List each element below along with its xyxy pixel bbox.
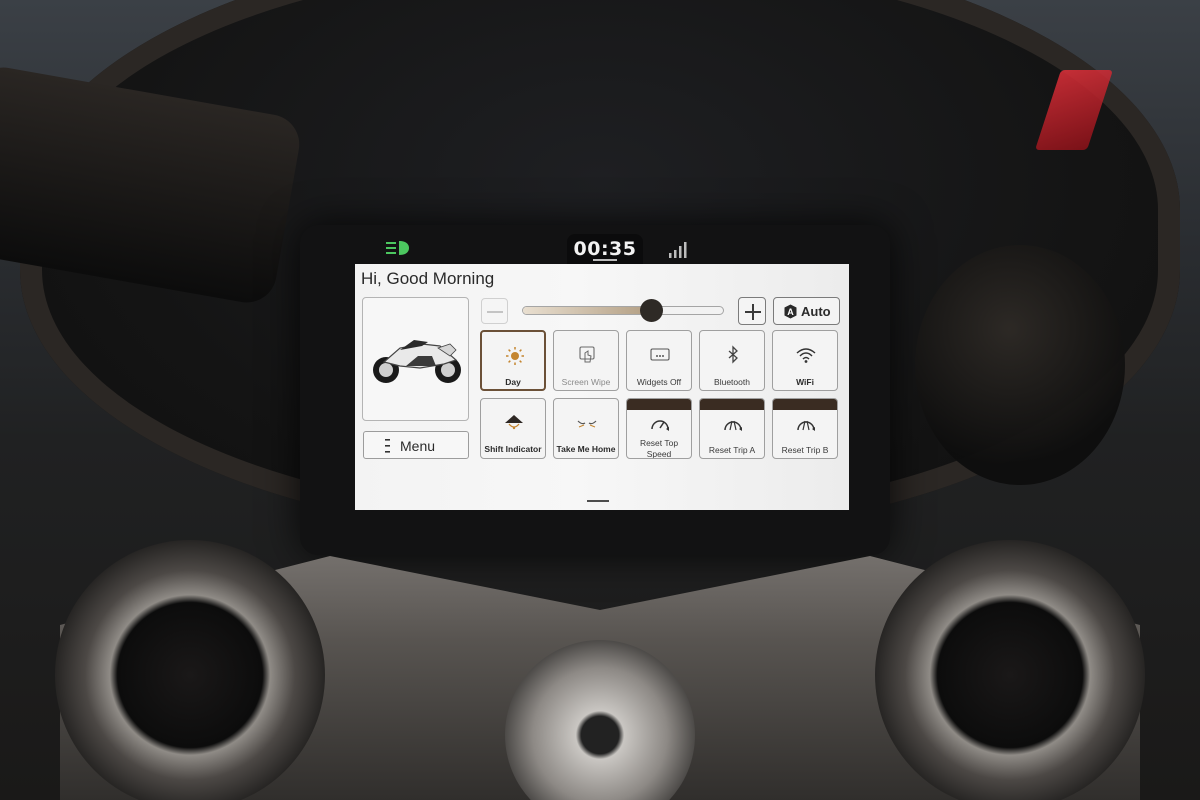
trip-reset-icon — [797, 420, 815, 431]
tile-reset-trip-b[interactable]: Reset Trip B — [772, 398, 838, 459]
greeting-title: Hi, Good Morning — [361, 269, 495, 288]
take-me-home-icon — [577, 420, 597, 428]
motorcycle-image — [373, 340, 461, 383]
brightness-decrease-button[interactable] — [481, 298, 508, 324]
trip-reset-icon — [724, 420, 742, 431]
tile-wifi[interactable]: WiFi — [772, 330, 838, 391]
tile-status-bar — [627, 399, 691, 410]
tile-reset-top-speed-label-2: Speed — [646, 449, 672, 459]
brightness-increase-button[interactable] — [738, 297, 766, 325]
status-strip: 00:35 — [355, 234, 849, 264]
tile-reset-trip-a[interactable]: Reset Trip A — [699, 398, 765, 459]
clock-time: 00:35 — [573, 238, 637, 260]
shift-indicator-icon — [505, 415, 523, 430]
tile-screen-wipe[interactable]: Screen Wipe — [553, 330, 619, 391]
left-fork-cap — [55, 540, 325, 800]
tile-take-me-home[interactable]: Take Me Home — [553, 398, 619, 459]
svg-text:A: A — [787, 307, 794, 317]
dashboard-screen: Hi, Good Morning Menu A Auto Day Screen … — [355, 264, 849, 510]
menu-label: Menu — [400, 438, 436, 454]
sun-icon — [506, 347, 524, 365]
auto-badge-icon: A — [784, 304, 797, 319]
brightness-slider-track[interactable] — [522, 306, 724, 315]
brightness-slider-fill — [523, 307, 651, 314]
signal-bars-icon — [669, 242, 687, 258]
clock-underline — [593, 259, 617, 261]
auto-brightness-button[interactable]: A Auto — [773, 297, 840, 325]
auto-label: Auto — [801, 304, 831, 319]
tile-wifi-label: WiFi — [796, 377, 814, 387]
bluetooth-icon — [728, 345, 738, 364]
hand-swipe-icon — [579, 346, 595, 363]
tile-reset-trip-b-label: Reset Trip B — [781, 445, 829, 455]
tile-take-me-home-label: Take Me Home — [556, 444, 616, 454]
brightness-slider-thumb[interactable] — [640, 299, 664, 322]
tile-shift-indicator-label: Shift Indicator — [484, 444, 542, 454]
right-fork-cap — [875, 540, 1145, 800]
tile-bluetooth-label: Bluetooth — [714, 377, 750, 387]
home-indicator[interactable] — [587, 500, 609, 502]
menu-icon — [385, 439, 390, 453]
tile-day-label: Day — [505, 377, 521, 387]
widgets-icon — [650, 348, 670, 361]
tile-widgets-off[interactable]: Widgets Off — [626, 330, 692, 391]
tile-reset-top-speed[interactable]: Reset Top Speed — [626, 398, 692, 459]
tile-status-bar — [700, 399, 764, 410]
tile-day[interactable]: Day — [480, 330, 546, 391]
tile-reset-trip-a-label: Reset Trip A — [708, 445, 756, 455]
quick-settings-grid: Day Screen Wipe Widgets Off Bluetooth Wi… — [480, 330, 841, 460]
headlight-icon — [386, 241, 409, 255]
tile-bluetooth[interactable]: Bluetooth — [699, 330, 765, 391]
wifi-icon — [796, 348, 816, 363]
tile-status-bar — [773, 399, 837, 410]
tile-screen-wipe-label: Screen Wipe — [561, 377, 611, 387]
speedometer-reset-icon — [651, 420, 669, 431]
bike-card[interactable] — [362, 297, 469, 421]
right-switchgear — [915, 245, 1125, 485]
clock-tab: 00:35 — [567, 234, 643, 264]
tile-widgets-off-label: Widgets Off — [636, 377, 682, 387]
tile-shift-indicator[interactable]: Shift Indicator — [480, 398, 546, 459]
menu-button[interactable]: Menu — [363, 431, 469, 459]
tile-reset-top-speed-label-1: Reset Top — [639, 438, 679, 448]
